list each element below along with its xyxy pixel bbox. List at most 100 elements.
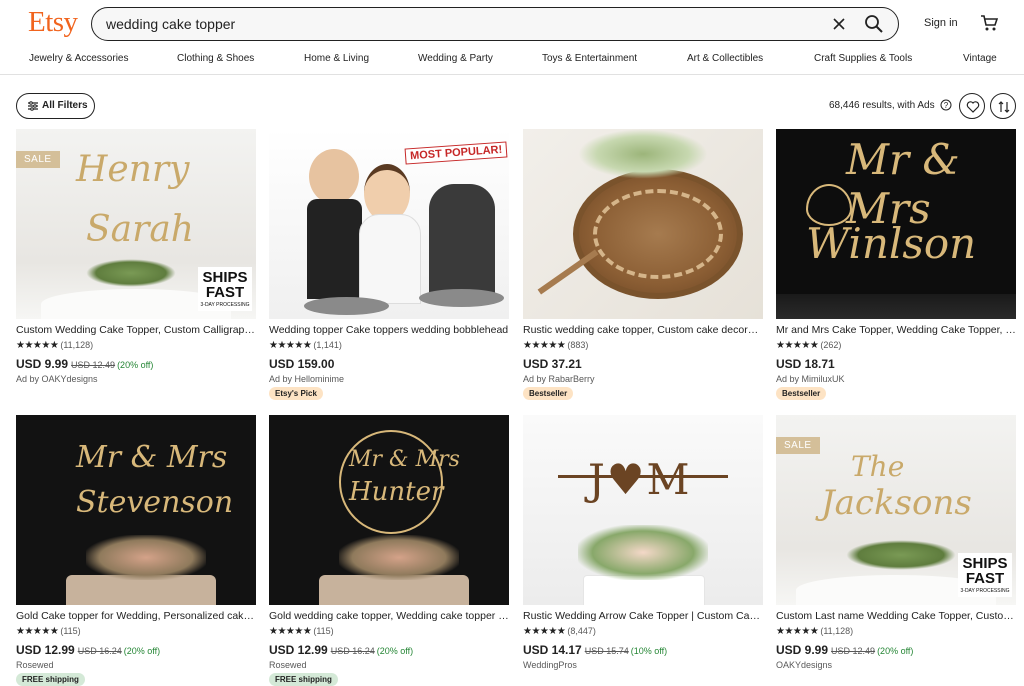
topper-text: Mr & Mrs — [76, 440, 228, 475]
heart-icon — [966, 101, 980, 113]
search-bar[interactable] — [91, 7, 899, 41]
topper-text: Henry — [76, 149, 190, 190]
rating: ★★★★★ (1,141) — [269, 340, 342, 351]
listing-title[interactable]: Custom Wedding Cake Topper, Custom Calli… — [16, 324, 256, 336]
listing-image[interactable]: J♥M — [523, 415, 763, 605]
greenery — [846, 540, 956, 570]
cart-icon[interactable] — [980, 14, 998, 32]
listing-image[interactable]: Mr & Mrs Hunter — [269, 415, 509, 605]
review-count: (8,447) — [567, 626, 596, 636]
svg-text:?: ? — [944, 101, 949, 110]
star-rating: ★★★★★ — [269, 340, 312, 351]
topper-text: Winlson — [806, 219, 977, 268]
flowers — [578, 525, 708, 580]
original-price: USD 16.24 — [330, 646, 375, 656]
flowers — [578, 129, 708, 179]
seller[interactable]: Ad by RabarBerry — [523, 374, 595, 384]
price: USD 18.71 — [776, 357, 835, 371]
star-rating: ★★★★★ — [16, 340, 59, 351]
listing-image[interactable]: Mr & Mrs Stevenson — [16, 415, 256, 605]
topper-text: Mr & Mrs — [349, 447, 460, 472]
listing-title[interactable]: Rustic Wedding Arrow Cake Topper | Custo… — [523, 610, 763, 622]
seller[interactable]: Rosewed — [269, 660, 307, 670]
etsy-logo[interactable]: Etsy — [28, 6, 78, 39]
discount: (20% off) — [877, 646, 914, 656]
listing-title[interactable]: Rustic wedding cake topper, Custom cake … — [523, 324, 763, 336]
listing-image[interactable]: The Jacksons SALE SHIPS FAST 3-DAY PROCE… — [776, 415, 1016, 605]
listing-image[interactable]: Mr & Mrs Winlson — [776, 129, 1016, 319]
review-count: (262) — [820, 340, 842, 350]
figure-base — [304, 297, 389, 315]
listing-title[interactable]: Gold wedding cake topper, Wedding cake t… — [269, 610, 509, 622]
category-home[interactable]: Home & Living — [304, 53, 369, 64]
seller[interactable]: OAKYdesigns — [776, 660, 832, 670]
free-shipping-badge: FREE shipping — [16, 673, 85, 686]
price-row: USD 12.99 USD 16.24 (20% off) — [269, 641, 413, 659]
price-row: USD 9.99 USD 12.49 (20% off) — [16, 355, 153, 373]
listing-title[interactable]: Mr and Mrs Cake Topper, Wedding Cake Top… — [776, 324, 1016, 336]
help-icon[interactable]: ? — [940, 99, 952, 111]
flowers — [339, 535, 459, 580]
close-icon[interactable] — [830, 15, 848, 33]
sign-in-link[interactable]: Sign in — [924, 17, 958, 29]
topper-text: J♥M — [588, 455, 692, 504]
listing-title[interactable]: Wedding topper Cake toppers wedding bobb… — [269, 324, 509, 336]
category-toys[interactable]: Toys & Entertainment — [542, 53, 637, 64]
favorites-button[interactable] — [959, 93, 985, 119]
seller[interactable]: Ad by MimiluxUK — [776, 374, 845, 384]
price-row: USD 159.00 — [269, 355, 339, 373]
sale-badge: SALE — [776, 437, 820, 454]
listing-title[interactable]: Gold Cake topper for Wedding, Personaliz… — [16, 610, 256, 622]
seller[interactable]: Rosewed — [16, 660, 54, 670]
review-count: (115) — [60, 626, 81, 636]
bestseller-badge: Bestseller — [523, 387, 574, 400]
price: USD 12.99 — [269, 643, 328, 657]
dark-base — [776, 294, 1016, 319]
bestseller-badge: Bestseller — [776, 387, 827, 400]
category-jewelry[interactable]: Jewelry & Accessories — [29, 53, 128, 64]
seller[interactable]: Ad by OAKYdesigns — [16, 374, 98, 384]
rating: ★★★★★ (11,128) — [16, 340, 93, 351]
ships-fast-badge: SHIPS FAST 3-DAY PROCESSING — [958, 553, 1012, 597]
discount: (20% off) — [376, 646, 414, 656]
sale-badge: SALE — [16, 151, 60, 168]
price-row: USD 12.99 USD 16.24 (20% off) — [16, 641, 160, 659]
rating: ★★★★★ (262) — [776, 340, 841, 351]
original-price: USD 12.49 — [831, 646, 876, 656]
price: USD 9.99 — [16, 357, 69, 371]
category-clothing[interactable]: Clothing & Shoes — [177, 53, 254, 64]
seller[interactable]: WeddingPros — [523, 660, 577, 670]
search-icon[interactable] — [864, 14, 884, 34]
sort-button[interactable] — [990, 93, 1016, 119]
price-row: USD 37.21 — [523, 355, 587, 373]
listing-title[interactable]: Custom Last name Wedding Cake Topper, Cu… — [776, 610, 1016, 622]
category-art[interactable]: Art & Collectibles — [687, 53, 763, 64]
topper-text: Sarah — [86, 209, 194, 250]
search-input[interactable] — [106, 8, 786, 39]
seller[interactable]: Ad by Hellominime — [269, 374, 344, 384]
listing-image[interactable] — [523, 129, 763, 319]
topper-text: Hunter — [349, 477, 444, 507]
category-wedding[interactable]: Wedding & Party — [418, 53, 493, 64]
price: USD 9.99 — [776, 643, 829, 657]
original-price: USD 12.49 — [71, 360, 116, 370]
listing-image[interactable]: MOST POPULAR! — [269, 129, 509, 319]
rating: ★★★★★ (115) — [16, 626, 81, 637]
price: USD 37.21 — [523, 357, 582, 371]
greenery — [86, 259, 176, 287]
review-count: (1,141) — [313, 340, 342, 350]
free-shipping-badge: FREE shipping — [269, 673, 338, 686]
wood-ring — [593, 189, 723, 279]
figure-base — [419, 289, 504, 307]
category-vintage[interactable]: Vintage — [963, 53, 997, 64]
listing-image[interactable]: Henry Sarah SALE SHIPS FAST 3-DAY PROCES… — [16, 129, 256, 319]
star-rating: ★★★★★ — [523, 626, 566, 637]
figure-back — [429, 184, 495, 294]
review-count: (11,128) — [820, 626, 854, 636]
category-craft[interactable]: Craft Supplies & Tools — [814, 53, 912, 64]
topper-text: Jacksons — [821, 483, 972, 523]
discount: (20% off) — [117, 360, 154, 370]
rating: ★★★★★ (11,128) — [776, 626, 853, 637]
all-filters-button[interactable]: All Filters — [16, 93, 95, 119]
all-filters-label: All Filters — [42, 100, 88, 111]
